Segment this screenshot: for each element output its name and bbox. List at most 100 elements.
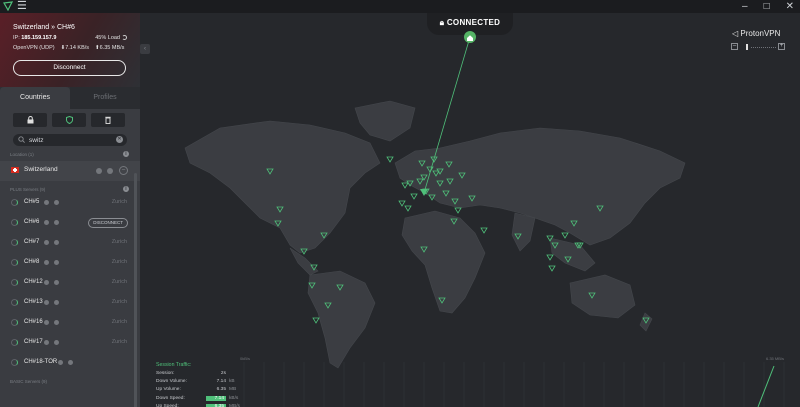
graph-grid: [243, 362, 785, 407]
server-name: CH#7: [24, 239, 40, 245]
status-label: CONNECTED: [446, 18, 501, 27]
maximize-button[interactable]: □: [764, 0, 770, 13]
zoom-in-button[interactable]: +: [778, 43, 785, 50]
connection-location: Switzerland » CH#6: [13, 24, 75, 31]
trash-icon: [105, 116, 111, 124]
zoom-slider-handle[interactable]: [746, 44, 748, 50]
traffic-graph-canvas: [243, 362, 785, 407]
server-load: 45% Load: [95, 35, 127, 41]
sidebar-tabs: Countries Profiles: [0, 87, 140, 109]
protonvpn-logo-icon: [3, 1, 13, 11]
sidebar: Switzerland » CH#6 IP: 185.159.157.9 45%…: [0, 13, 140, 407]
load-indicator-icon: [122, 35, 127, 41]
server-load-icon: [11, 219, 18, 226]
disconnect-button[interactable]: Disconnect: [13, 60, 126, 76]
zoom-slider-track[interactable]: [751, 47, 776, 48]
traffic-value: 2s: [220, 370, 226, 376]
up-rate-text: 6.35 MB/s: [99, 45, 125, 51]
tab-countries[interactable]: Countries: [0, 87, 70, 109]
basic-section-header: BASIC Servers (9): [0, 373, 140, 385]
plus-filter-button[interactable]: [52, 113, 86, 127]
search-box: ✕: [13, 134, 127, 146]
search-input[interactable]: [29, 134, 119, 146]
p2p-icon: [44, 320, 49, 325]
server-marker[interactable]: [386, 156, 394, 163]
server-row[interactable]: CH#7 Zurich: [0, 233, 140, 253]
server-row[interactable]: CH#16 Zurich: [0, 313, 140, 333]
north-america: [184, 120, 381, 254]
map-canvas: [184, 36, 686, 369]
new-zealand: [639, 312, 653, 332]
server-marker[interactable]: [561, 232, 569, 239]
server-name: CH#17: [24, 339, 43, 345]
traffic-unit: kB: [229, 378, 235, 384]
traffic-unit: kB/s: [229, 395, 239, 401]
ip-label: IP:: [13, 35, 20, 41]
server-name: CH#6: [24, 219, 40, 225]
server-row[interactable]: CH#5 Zurich: [0, 193, 140, 213]
server-load-icon: [11, 279, 18, 286]
server-city: Zurich: [111, 319, 127, 325]
server-name: CH#18-TOR: [24, 359, 58, 365]
info-icon[interactable]: i: [123, 151, 129, 157]
sidebar-scrollbar[interactable]: [134, 173, 137, 407]
p2p-icon: [58, 360, 63, 365]
down-rate-text: 7.14 KB/s: [65, 45, 90, 51]
traffic-title: Session Traffic:: [156, 362, 192, 368]
hamburger-menu-icon[interactable]: ☰: [17, 1, 27, 12]
close-button[interactable]: ✕: [786, 0, 794, 13]
down-rate: ⬇7.14 KB/s: [61, 45, 89, 51]
server-row[interactable]: CH#18-TOR: [0, 353, 140, 373]
zoom-out-button[interactable]: –: [731, 43, 738, 50]
plus-section-label: PLUS Servers (9): [10, 187, 46, 192]
server-marker[interactable]: [454, 207, 462, 214]
tab-profiles[interactable]: Profiles: [70, 87, 140, 109]
protocol: OpenVPN (UDP): [13, 45, 55, 51]
server-disconnect-button[interactable]: DISCONNECT: [88, 218, 128, 228]
server-marker[interactable]: [480, 227, 488, 234]
server-marker[interactable]: [404, 205, 412, 212]
traffic-value: 7.14: [206, 395, 226, 401]
server-load-icon: [11, 239, 18, 246]
server-marker[interactable]: [312, 317, 320, 324]
server-city: Zurich: [111, 239, 127, 245]
world-map[interactable]: [140, 13, 800, 407]
brand-name: ProtonVPN: [740, 29, 781, 38]
secure-core-filter-button[interactable]: [13, 113, 47, 127]
server-marker[interactable]: [398, 200, 406, 207]
countries-panel: ✕ Location (1) i Switzerland – PLUS Serv…: [0, 109, 140, 407]
server-row[interactable]: CH#8 Zurich: [0, 253, 140, 273]
traffic-row: Down Volume: 7.14 kB: [156, 377, 238, 385]
server-marker[interactable]: [548, 265, 556, 272]
server-row[interactable]: CH#17 Zurich: [0, 333, 140, 353]
collapse-country-button[interactable]: –: [119, 166, 128, 175]
server-name: CH#16: [24, 319, 43, 325]
collapse-sidebar-button[interactable]: ‹: [140, 44, 150, 54]
home-marker-icon: [464, 31, 476, 43]
server-row[interactable]: CH#13 Zurich: [0, 293, 140, 313]
server-marker[interactable]: [546, 254, 554, 261]
graph-right-label: 6.35 MB/s: [765, 356, 784, 361]
clear-filter-button[interactable]: [91, 113, 125, 127]
location-section-label: Location (1): [10, 152, 34, 157]
server-row[interactable]: CH#6 DISCONNECT: [0, 213, 140, 233]
ip-info: IP: 185.159.157.9: [13, 35, 56, 41]
minimize-button[interactable]: –: [742, 0, 748, 13]
info-icon[interactable]: i: [123, 186, 129, 192]
server-marker[interactable]: [401, 182, 409, 189]
server-city: Zurich: [111, 259, 127, 265]
p2p-icon: [44, 260, 49, 265]
p2p-icon: [96, 168, 102, 174]
tor-icon: [54, 320, 59, 325]
tor-icon: [54, 220, 59, 225]
traffic-row: Up Volume: 6.35 MB: [156, 386, 238, 394]
clear-search-icon[interactable]: ✕: [116, 136, 123, 143]
server-row[interactable]: CH#12 Zurich: [0, 273, 140, 293]
server-marker[interactable]: [410, 193, 418, 200]
p2p-icon: [44, 300, 49, 305]
server-load-icon: [11, 199, 18, 206]
lock-icon: [27, 116, 33, 124]
country-row-switzerland[interactable]: Switzerland –: [0, 161, 140, 181]
central-america: [289, 247, 319, 276]
up-rate: ⬆6.35 MB/s: [95, 45, 124, 51]
